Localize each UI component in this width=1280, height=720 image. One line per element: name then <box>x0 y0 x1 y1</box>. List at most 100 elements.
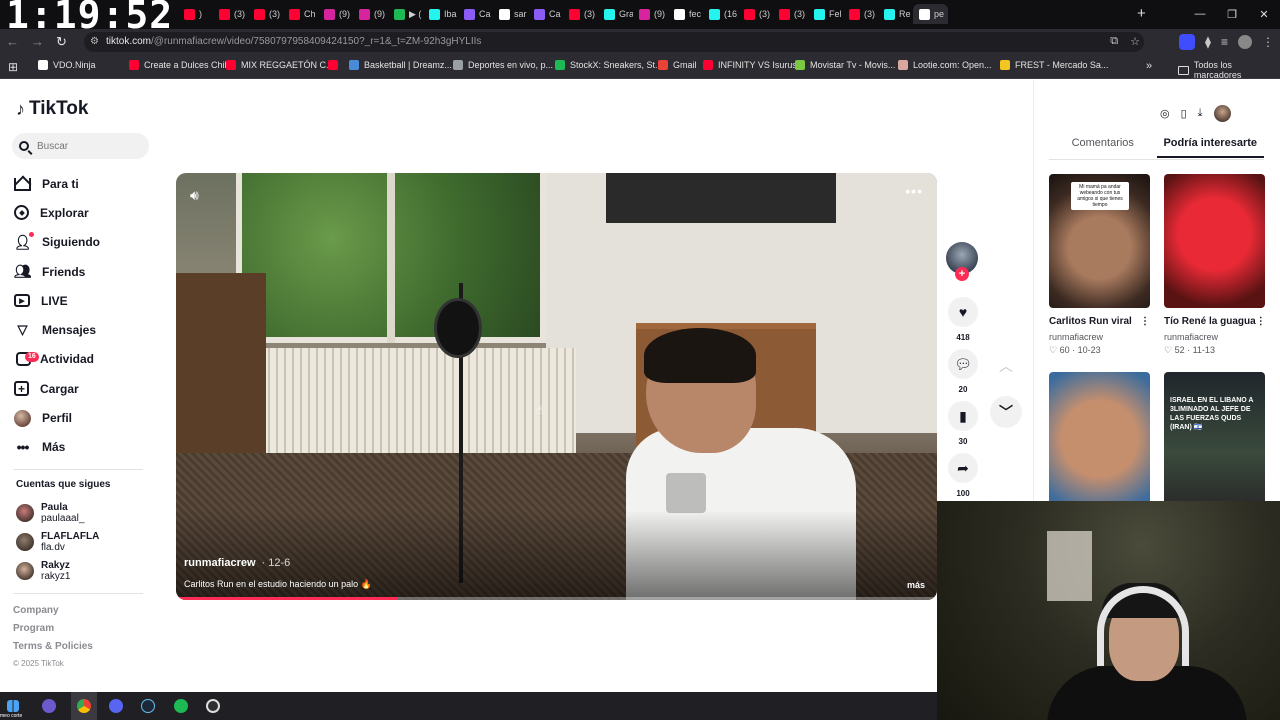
browser-tab[interactable]: pe✕ <box>913 4 948 24</box>
download-icon[interactable]: ⤓ <box>1198 107 1203 120</box>
install-app-icon[interactable]: ⧉ <box>1110 35 1118 48</box>
browser-tab[interactable]: Fel <box>808 4 843 24</box>
browser-tab[interactable]: (9) <box>318 4 353 24</box>
bookmark-item[interactable]: FREST - Mercado Sa... <box>1000 60 1108 70</box>
card-menu-icon[interactable]: ⋮ <box>1256 316 1266 327</box>
tab-comments[interactable]: Comentarios <box>1049 137 1157 158</box>
bookmark-item[interactable]: Gmail <box>658 60 697 70</box>
browser-tab[interactable]: (3) <box>248 4 283 24</box>
tiktok-logo[interactable]: ♪ TikTok <box>16 98 88 120</box>
account-avatar[interactable] <box>16 561 34 580</box>
obs-taskbar-icon[interactable] <box>206 699 220 713</box>
browser-tab[interactable]: (3) <box>773 4 808 24</box>
bookmarks-overflow-icon[interactable]: » <box>1146 60 1152 72</box>
footer-link-terms[interactable]: Terms & Policies <box>13 641 93 659</box>
recommended-title[interactable]: Tío René la guagua <box>1164 316 1256 327</box>
following-account[interactable]: Rakyz rakyz1 <box>16 556 99 585</box>
nav-item-perfil[interactable]: Perfil <box>14 403 154 432</box>
nav-item-mensajes[interactable]: ▽ Mensajes <box>14 315 154 344</box>
recommended-thumbnail[interactable] <box>1164 174 1265 308</box>
bookmark-item[interactable]: Movistar Tv - Movis... <box>795 60 895 70</box>
recommended-thumbnail[interactable] <box>1049 372 1150 506</box>
bookmark-item[interactable]: Lootie.com: Open... <box>898 60 992 70</box>
search-box[interactable] <box>12 133 149 159</box>
account-avatar[interactable] <box>16 503 34 522</box>
browser-tab[interactable]: ) <box>178 4 213 24</box>
comment-icon[interactable]: 💬︎ <box>948 349 978 379</box>
recommended-thumbnail[interactable]: ISRAEL EN EL LIBANO A 3LIMINADO AL JEFE … <box>1164 372 1265 506</box>
nav-item-m-s[interactable]: ••• Más <box>14 433 154 462</box>
bookmark-item[interactable]: Basketball | Dreamz... <box>349 60 452 70</box>
caption-more-button[interactable]: más <box>907 580 925 590</box>
user-avatar[interactable] <box>1213 105 1231 122</box>
recommended-user[interactable]: runmafiacrew <box>1164 332 1265 342</box>
new-tab-button[interactable]: + <box>1137 5 1146 22</box>
browser-tab[interactable]: sar <box>493 4 528 24</box>
browser-tab[interactable]: (3) <box>738 4 773 24</box>
restore-icon[interactable]: ❐ <box>1216 0 1248 28</box>
browser-tab[interactable]: Re <box>878 4 913 24</box>
all-bookmarks-button[interactable]: Todos los marcadores <box>1178 60 1280 80</box>
url-input[interactable]: ⚙ tiktok.com/@runmafiacrew/video/7580797… <box>84 32 1144 52</box>
bookmark-item[interactable] <box>328 60 343 70</box>
tab-recommended[interactable]: Podría interesarte <box>1156 137 1264 158</box>
recommended-card[interactable]: Tío René la guagua ⋮ runmafiacrew ♡ 52 · … <box>1164 174 1266 356</box>
share-icon[interactable]: ➦ <box>948 453 978 483</box>
next-video-chevron-down-icon[interactable]: ﹀ <box>990 396 1022 428</box>
browser-tab[interactable]: fec <box>668 4 703 24</box>
account-avatar[interactable] <box>16 532 34 551</box>
browser-tab[interactable]: (3) <box>213 4 248 24</box>
recommended-user[interactable]: runmafiacrew <box>1049 332 1150 342</box>
save-action[interactable]: ▮ 30 <box>948 401 978 446</box>
following-account[interactable]: FLAFLAFLA fla.dv <box>16 527 99 556</box>
steam-taskbar-icon[interactable] <box>141 699 155 713</box>
browser-tab[interactable]: (3) <box>843 4 878 24</box>
video-more-icon[interactable]: ••• <box>905 183 923 199</box>
explore-icon[interactable]: ◎ <box>1160 107 1170 120</box>
extensions-puzzle-icon[interactable]: ⧫ <box>1205 35 1211 49</box>
bookmark-item[interactable]: StockX: Sneakers, St... <box>555 60 663 70</box>
windows-start-icon[interactable] <box>7 700 19 712</box>
follow-plus-icon[interactable]: + <box>955 267 969 281</box>
browser-tab[interactable]: Ca <box>528 4 563 24</box>
browser-tab[interactable]: (9) <box>633 4 668 24</box>
nav-item-siguiendo[interactable]: 👤︎ Siguiendo <box>14 228 154 257</box>
media-control-icon[interactable]: ≡ <box>1221 35 1228 49</box>
spotify-taskbar-icon[interactable] <box>174 699 188 713</box>
nav-item-live[interactable]: ▶ LIVE <box>14 286 154 315</box>
browser-tab[interactable]: Gra <box>598 4 633 24</box>
search-input[interactable] <box>37 140 137 152</box>
nav-item-cargar[interactable]: + Cargar <box>14 374 154 403</box>
apps-grid-icon[interactable]: ⊞ <box>8 60 18 74</box>
device-icon[interactable]: ▯ <box>1181 107 1187 120</box>
minimize-icon[interactable]: — <box>1184 0 1216 28</box>
browser-tab[interactable]: ▶ ( <box>388 4 423 24</box>
profile-icon[interactable] <box>1238 35 1252 49</box>
browser-tab[interactable]: (9) <box>353 4 388 24</box>
browser-tab[interactable]: (16 <box>703 4 738 24</box>
previous-video-chevron-up-icon[interactable]: ︿ <box>990 350 1022 382</box>
bookmark-icon[interactable]: ▮ <box>948 401 978 431</box>
bookmark-item[interactable]: Deportes en vivo, p... <box>453 60 553 70</box>
recommended-card[interactable]: ISRAEL EN EL LIBANO A 3LIMINADO AL JEFE … <box>1164 372 1265 506</box>
close-window-icon[interactable]: ✕ <box>1248 0 1280 28</box>
recommended-card[interactable] <box>1049 372 1150 506</box>
creator-avatar[interactable]: + <box>946 242 978 281</box>
nav-item-para-ti[interactable]: Para ti <box>14 169 154 198</box>
comment-action[interactable]: 💬︎ 20 <box>948 349 978 394</box>
video-author-name[interactable]: runmafiacrew <box>184 557 256 569</box>
extension-icon[interactable] <box>1179 34 1196 50</box>
card-menu-icon[interactable]: ⋮ <box>1140 316 1150 327</box>
heart-icon[interactable]: ♥ <box>948 297 978 327</box>
browser-tab[interactable]: Iba <box>423 4 458 24</box>
bookmark-item[interactable]: VDO.Ninja <box>38 60 96 70</box>
taskbar-app-icon[interactable] <box>42 699 56 713</box>
video-player[interactable]: 🔊︎ ••• ☝︎ runmafiacrew · 12-6 Carlitos Ru… <box>176 173 937 600</box>
video-author[interactable]: runmafiacrew · 12-6 <box>184 557 290 569</box>
video-progress-bar[interactable] <box>176 597 937 600</box>
menu-icon[interactable]: ⋮ <box>1262 35 1274 49</box>
recommended-card[interactable]: Mi mamá pa andar webeando con tus amigos… <box>1049 174 1150 356</box>
chrome-taskbar-icon[interactable] <box>77 699 91 713</box>
browser-tab[interactable]: Ch <box>283 4 318 24</box>
footer-link-company[interactable]: Company <box>13 605 93 623</box>
